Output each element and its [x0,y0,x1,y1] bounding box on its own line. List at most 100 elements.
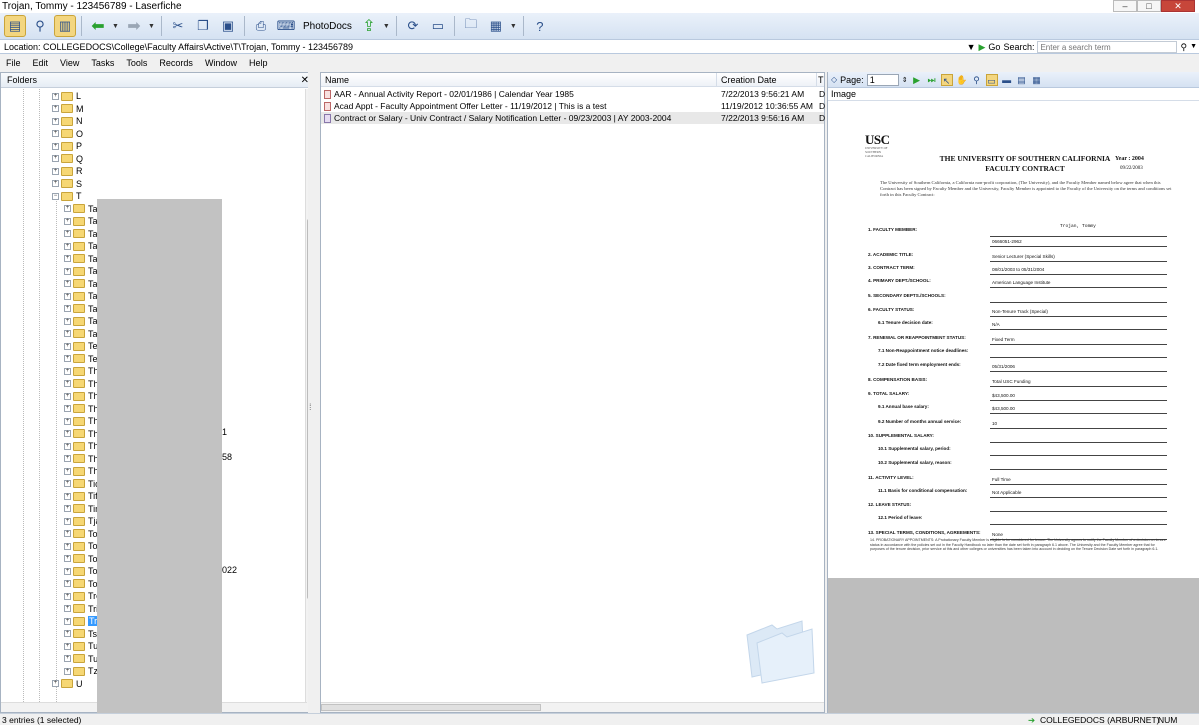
expand-icon[interactable]: + [64,480,71,487]
paste-icon[interactable]: ▣ [217,15,239,37]
document-image-area[interactable]: USC UNIVERSITY OF SOUTHERN CALIFORNIA THE … [828,102,1199,713]
collapse-icon[interactable]: − [52,192,59,200]
close-button[interactable]: ✕ [1161,0,1195,12]
viewer-options-icon[interactable]: ◇ [831,75,837,84]
search-dropdown-icon[interactable]: ▼ [1190,40,1197,54]
menu-tools[interactable]: Tools [126,58,147,68]
folder-tree-node[interactable]: + Tic [64,478,100,490]
expand-icon[interactable]: + [64,217,71,225]
page-number-input[interactable] [866,73,899,86]
folder-tree-node[interactable]: + S [52,178,82,190]
forward-dropdown-icon[interactable]: ▼ [148,23,156,30]
expand-icon[interactable]: + [64,305,71,312]
expand-icon[interactable]: + [52,180,59,187]
list-row-selected[interactable]: Contract or Salary - Univ Contract / Sal… [321,112,825,124]
menu-view[interactable]: View [60,58,79,68]
expand-icon[interactable]: + [64,367,71,375]
expand-icon[interactable]: + [52,105,59,112]
column-header-name[interactable]: Name [321,73,717,87]
expand-icon[interactable]: + [52,680,59,687]
expand-icon[interactable]: + [64,392,71,400]
splitter-grip-icon[interactable]: ⁞ [309,402,312,412]
page-stepper-icon[interactable]: ⇕ [902,76,908,84]
expand-icon[interactable]: + [64,467,71,475]
expand-icon[interactable]: + [52,167,59,175]
pointer-tool-icon[interactable]: ↖ [940,73,953,86]
expand-icon[interactable]: + [64,580,71,587]
document-preview-icon[interactable]: ▥ [54,15,76,37]
expand-icon[interactable]: + [64,617,71,625]
location-dropdown-icon[interactable]: ▼ [967,40,976,54]
expand-icon[interactable]: + [64,455,71,462]
folder-tree-node[interactable]: + R [52,165,83,177]
import-icon[interactable]: ⇪ [358,15,380,37]
list-row[interactable]: AAR - Annual Activity Report - 02/01/198… [321,88,825,100]
fit-width-icon[interactable]: ▬ [1001,74,1013,86]
expand-icon[interactable]: + [64,255,71,262]
copy-icon[interactable]: ❐ [192,15,214,37]
expand-icon[interactable]: + [64,205,71,212]
expand-icon[interactable]: + [64,430,71,437]
folder-tree-node[interactable]: + L [52,90,81,102]
expand-icon[interactable]: + [64,317,71,325]
expand-icon[interactable]: + [52,92,59,100]
refresh-icon[interactable]: ⟳ [402,15,424,37]
folder-tree-node[interactable]: − T [52,190,82,202]
scrollbar-thumb[interactable] [321,704,541,711]
menu-file[interactable]: File [6,58,21,68]
list-row[interactable]: Acad Appt - Faculty Appointment Offer Le… [321,100,825,112]
thumbnails-icon[interactable]: ▤ [1016,74,1028,86]
expand-icon[interactable]: + [64,505,71,512]
maximize-button[interactable]: □ [1137,0,1161,12]
new-folder-icon[interactable]: 🗀 [460,15,482,37]
import-dropdown-icon[interactable]: ▼ [383,23,391,30]
menu-window[interactable]: Window [205,58,237,68]
expand-icon[interactable]: + [64,492,71,500]
expand-icon[interactable]: + [64,405,71,412]
search-input[interactable] [1037,41,1178,53]
folder-tree-node[interactable]: + Tja [64,515,101,527]
expand-icon[interactable]: + [64,517,71,525]
grid-view-icon[interactable]: ▦ [1031,74,1043,86]
rename-icon[interactable]: ▭ [427,15,449,37]
menu-tasks[interactable]: Tasks [91,58,114,68]
folder-browser-icon[interactable]: ▤ [4,15,26,37]
folder-tree-node[interactable]: + Thi [64,390,101,402]
scan-icon[interactable]: ⌨ [275,15,297,37]
expand-icon[interactable]: + [64,592,71,600]
cut-icon[interactable]: ✂ [167,15,189,37]
go-icon[interactable]: ▶ [979,40,986,54]
expand-icon[interactable]: + [52,155,59,162]
back-icon[interactable]: ⬅ [87,15,109,37]
folder-tree-node[interactable]: + Tor [64,540,101,552]
folder-tree-node[interactable]: + P [52,140,82,152]
forward-icon[interactable]: ➡ [123,15,145,37]
expand-icon[interactable]: + [64,280,71,287]
folder-tree-node[interactable]: + N [52,115,83,127]
print-icon[interactable]: ⎙ [250,15,272,37]
fit-page-icon[interactable]: ▭ [985,73,998,86]
expand-icon[interactable]: + [64,380,71,387]
menu-edit[interactable]: Edit [33,58,49,68]
folder-tree-node[interactable]: + Tre [64,590,101,602]
expand-icon[interactable]: + [64,530,71,537]
expand-icon[interactable]: + [64,555,71,562]
menu-records[interactable]: Records [159,58,193,68]
expand-icon[interactable]: + [64,630,71,637]
folder-tree-node[interactable]: + Tiff [64,490,100,502]
column-header-creation-date[interactable]: Creation Date [717,73,817,87]
folder-tree-node[interactable]: + Tur [64,653,101,665]
list-hscrollbar[interactable] [321,702,824,712]
last-page-icon[interactable]: ⏭ [926,74,938,86]
folder-tree-node[interactable]: + U [52,678,83,690]
expand-icon[interactable]: + [64,655,71,662]
folder-tree-node[interactable]: + Q [52,153,83,165]
column-header-type[interactable]: T [817,73,826,87]
zoom-tool-icon[interactable]: ⚲ [971,74,983,86]
folder-tree-node[interactable]: + Tur [64,640,101,652]
expand-icon[interactable]: + [64,267,71,275]
pane-splitter[interactable]: ⁞ [308,72,318,713]
expand-icon[interactable]: + [64,330,71,337]
expand-icon[interactable]: + [52,130,59,137]
search-icon[interactable]: ⚲ [29,15,51,37]
